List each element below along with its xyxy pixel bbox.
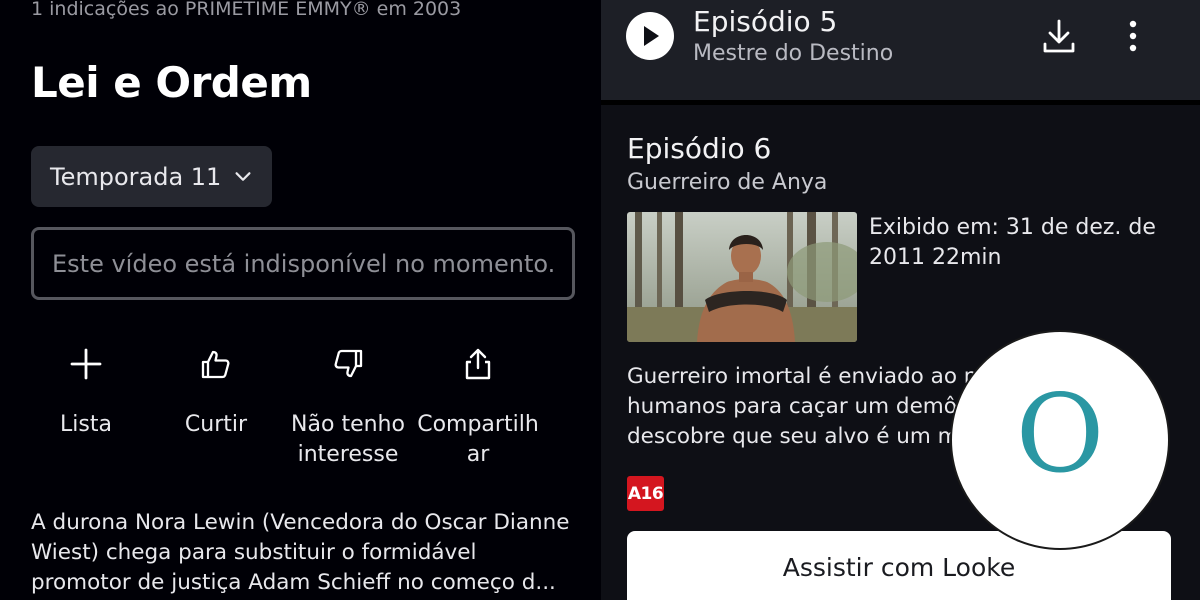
show-title: Lei e Ordem <box>31 58 312 107</box>
share-icon <box>416 344 540 384</box>
more-vertical-icon[interactable] <box>1121 16 1145 56</box>
episode-title: Guerreiro de Anya <box>627 170 828 195</box>
current-episode-title: Mestre do Destino <box>693 41 894 66</box>
thumbs-up-icon <box>166 344 266 384</box>
unavailable-message: Este vídeo está indisponível no momento. <box>52 249 556 278</box>
like-button[interactable]: Curtir <box>166 344 266 440</box>
season-dropdown[interactable]: Temporada 11 <box>31 146 272 207</box>
award-text: 1 indicações ao PRIMETIME EMMY® em 2003 <box>31 0 462 20</box>
season-label: Temporada 11 <box>50 162 222 191</box>
current-episode-label: Episódio 5 <box>693 5 838 38</box>
episode-thumbnail[interactable] <box>627 212 857 342</box>
like-label: Curtir <box>184 412 248 437</box>
watch-button-label: Assistir com Looke <box>782 553 1016 582</box>
panel-divider <box>601 100 1200 105</box>
share-button[interactable]: Compartilhar <box>416 344 540 470</box>
chevron-down-icon <box>235 172 251 181</box>
show-details-panel: 1 indicações ao PRIMETIME EMMY® em 2003 … <box>0 0 601 600</box>
download-icon[interactable] <box>1039 16 1079 56</box>
not-interested-label: Não tenho interesse <box>291 412 405 467</box>
share-label: Compartilhar <box>417 412 539 467</box>
plus-icon <box>36 344 136 384</box>
unavailable-notice: Este vídeo está indisponível no momento. <box>31 227 575 300</box>
not-interested-button[interactable]: Não tenho interesse <box>288 344 408 470</box>
show-description[interactable]: A durona Nora Lewin (Vencedora do Oscar … <box>31 508 576 598</box>
thumbs-down-icon <box>288 344 408 384</box>
play-icon <box>644 26 659 46</box>
aired-info: Exibido em: 31 de dez. de 2011 22min <box>869 215 1156 270</box>
svg-text:O: O <box>1016 385 1105 495</box>
brand-logo-badge: O <box>950 330 1170 550</box>
now-playing-bar: Episódio 5 Mestre do Destino <box>601 0 1200 100</box>
episode-label: Episódio 6 <box>627 132 772 165</box>
add-to-list-button[interactable]: Lista <box>36 344 136 440</box>
play-button[interactable] <box>626 12 674 60</box>
brand-logo: O <box>1016 385 1105 495</box>
list-label: Lista <box>60 412 112 437</box>
age-rating-badge: A16 <box>627 476 664 511</box>
